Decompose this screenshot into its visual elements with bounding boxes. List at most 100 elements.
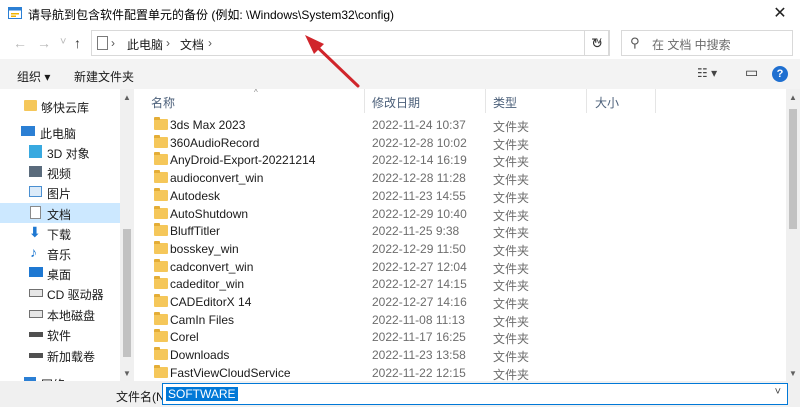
column-header-size[interactable]: 大小 [587, 89, 655, 113]
file-row[interactable]: cadconvert_win 2022-12-27 12:04 文件夹 [134, 258, 786, 276]
file-row[interactable]: bosskey_win 2022-12-29 11:50 文件夹 [134, 240, 786, 258]
file-modified-date: 2022-11-25 9:38 [372, 224, 460, 239]
search-placeholder: 在 文档 中搜索 [652, 38, 731, 52]
file-type: 文件夹 [493, 137, 530, 152]
view-options-button[interactable]: ☷ ▾ [697, 66, 717, 80]
sidebar-item-label: 桌面 [47, 268, 72, 282]
folder-icon [154, 311, 168, 325]
sidebar-item-videos[interactable]: 视频 [0, 162, 120, 182]
file-type: 文件夹 [493, 332, 530, 347]
column-header-type[interactable]: 类型 [486, 89, 586, 113]
up-button[interactable]: ↑ [74, 35, 81, 51]
sidebar-item-software[interactable]: 软件 [0, 324, 120, 344]
file-modified-date: 2022-12-27 14:15 [372, 277, 467, 292]
file-row[interactable]: Downloads 2022-11-23 13:58 文件夹 [134, 346, 786, 364]
file-list-scrollbar[interactable]: ▲ ▼ [786, 89, 800, 381]
search-box[interactable]: ⚲ 在 文档 中搜索 [621, 30, 793, 56]
folder-icon [154, 240, 168, 254]
sidebar-item-new-volume[interactable]: 新加载卷 [0, 345, 120, 365]
sidebar-item-local-disk[interactable]: 本地磁盘 [0, 304, 120, 324]
file-modified-date: 2022-11-08 11:13 [372, 312, 465, 327]
breadcrumb-this-pc[interactable]: 此电脑 [127, 36, 163, 53]
folder-icon [154, 152, 168, 166]
folder-icon [154, 134, 168, 148]
back-button[interactable]: ← [13, 35, 27, 51]
scroll-thumb[interactable] [789, 109, 797, 229]
column-header-date[interactable]: 修改日期 [365, 89, 485, 113]
file-modified-date: 2022-11-23 14:55 [372, 188, 466, 203]
preview-pane-button[interactable]: ▭ [745, 64, 758, 81]
breadcrumb-documents[interactable]: 文档 [180, 36, 204, 53]
sidebar-item-gokuai[interactable]: 够快云库 [0, 96, 120, 116]
title-bar: 请导航到包含软件配置单元的备份 (例如: \Windows\System32\c… [0, 0, 800, 27]
sidebar-item-downloads[interactable]: ⬇ 下载 [0, 223, 120, 243]
file-type: 文件夹 [493, 226, 530, 241]
sidebar-item-label: 本地磁盘 [47, 309, 96, 323]
column-header-name[interactable]: ^ 名称 [134, 89, 364, 113]
scroll-up-arrow[interactable]: ▲ [786, 93, 800, 102]
file-name: CamIn Files [170, 312, 235, 327]
sidebar-item-label: 新加载卷 [47, 350, 96, 364]
new-folder-button[interactable]: 新建文件夹 [74, 68, 134, 85]
navigation-scrollbar[interactable]: ▲ ▼ [120, 89, 134, 381]
file-type: 文件夹 [493, 314, 530, 329]
organize-menu[interactable]: 组织 ▾ [17, 68, 50, 85]
file-modified-date: 2022-12-14 16:19 [372, 153, 467, 168]
folder-icon [154, 258, 168, 272]
sidebar-item-documents[interactable]: 文档 [0, 203, 120, 223]
file-row[interactable]: audioconvert_win 2022-12-28 11:28 文件夹 [134, 169, 786, 187]
folder-icon [154, 187, 168, 201]
drive-icon [29, 353, 43, 358]
scroll-down-arrow[interactable]: ▼ [786, 369, 800, 378]
file-row[interactable]: Corel 2022-11-17 16:25 文件夹 [134, 328, 786, 346]
filename-dropdown-button[interactable]: ˅ [775, 386, 781, 398]
music-icon: ♪ [30, 244, 37, 260]
sidebar-item-cd-drive[interactable]: CD 驱动器 [0, 283, 120, 303]
filename-input[interactable]: SOFTWARE ˅ [162, 383, 788, 405]
file-name: AnyDroid-Export-20221214 [170, 153, 316, 168]
sidebar-item-label: 图片 [47, 187, 72, 201]
file-row[interactable]: AnyDroid-Export-20221214 2022-12-14 16:19… [134, 151, 786, 169]
file-modified-date: 2022-11-17 16:25 [372, 330, 466, 345]
folder-icon [154, 294, 168, 307]
breadcrumb-separator[interactable]: › [111, 36, 115, 50]
file-type: 文件夹 [493, 208, 530, 223]
file-row[interactable]: CamIn Files 2022-11-08 11:13 文件夹 [134, 311, 786, 329]
breadcrumb-separator[interactable]: › [166, 36, 170, 50]
file-type: 文件夹 [493, 155, 530, 170]
refresh-button[interactable]: ↻ [584, 30, 610, 56]
sidebar-item-music[interactable]: ♪ 音乐 [0, 243, 120, 263]
sidebar-item-network[interactable]: 网络 [0, 373, 120, 381]
file-row[interactable]: 3ds Max 2023 2022-11-24 10:37 文件夹 [134, 116, 786, 134]
sidebar-item-this-pc[interactable]: 此电脑 [0, 122, 120, 142]
folder-icon [24, 100, 37, 111]
file-name: Downloads [170, 348, 230, 363]
help-button[interactable]: ? [772, 66, 788, 82]
file-type: 文件夹 [493, 261, 530, 276]
sidebar-item-desktop[interactable]: 桌面 [0, 263, 120, 283]
file-type: 文件夹 [493, 350, 530, 365]
file-row[interactable]: Autodesk 2022-11-23 14:55 文件夹 [134, 187, 786, 205]
recent-locations-button[interactable]: ˅ [60, 36, 66, 48]
scroll-up-arrow[interactable]: ▲ [120, 93, 134, 102]
file-row[interactable]: CADEditorX 14 2022-12-27 14:16 文件夹 [134, 293, 786, 311]
forward-button[interactable]: → [37, 35, 51, 51]
file-row[interactable]: FastViewCloudService 2022-11-22 12:15 文件夹 [134, 364, 786, 381]
sidebar-item-3d-objects[interactable]: 3D 对象 [0, 142, 120, 162]
address-field[interactable]: › 此电脑 › 文档 › ˅ [91, 30, 609, 56]
scroll-down-arrow[interactable]: ▼ [120, 369, 134, 378]
file-name: Corel [170, 330, 199, 345]
computer-icon [21, 126, 35, 136]
file-row[interactable]: AutoShutdown 2022-12-29 10:40 文件夹 [134, 205, 786, 223]
file-row[interactable]: 360AudioRecord 2022-12-28 10:02 文件夹 [134, 134, 786, 152]
file-row[interactable]: cadeditor_win 2022-12-27 14:15 文件夹 [134, 275, 786, 293]
filename-value[interactable]: SOFTWARE [166, 387, 238, 401]
file-modified-date: 2022-12-28 10:02 [372, 135, 467, 150]
column-divider[interactable] [655, 89, 656, 113]
file-type: 文件夹 [493, 243, 530, 258]
scroll-thumb[interactable] [123, 229, 131, 357]
file-row[interactable]: BluffTitler 2022-11-25 9:38 文件夹 [134, 222, 786, 240]
sidebar-item-pictures[interactable]: 图片 [0, 182, 120, 202]
close-button[interactable]: ✕ [760, 0, 800, 27]
breadcrumb-separator[interactable]: › [208, 36, 212, 50]
